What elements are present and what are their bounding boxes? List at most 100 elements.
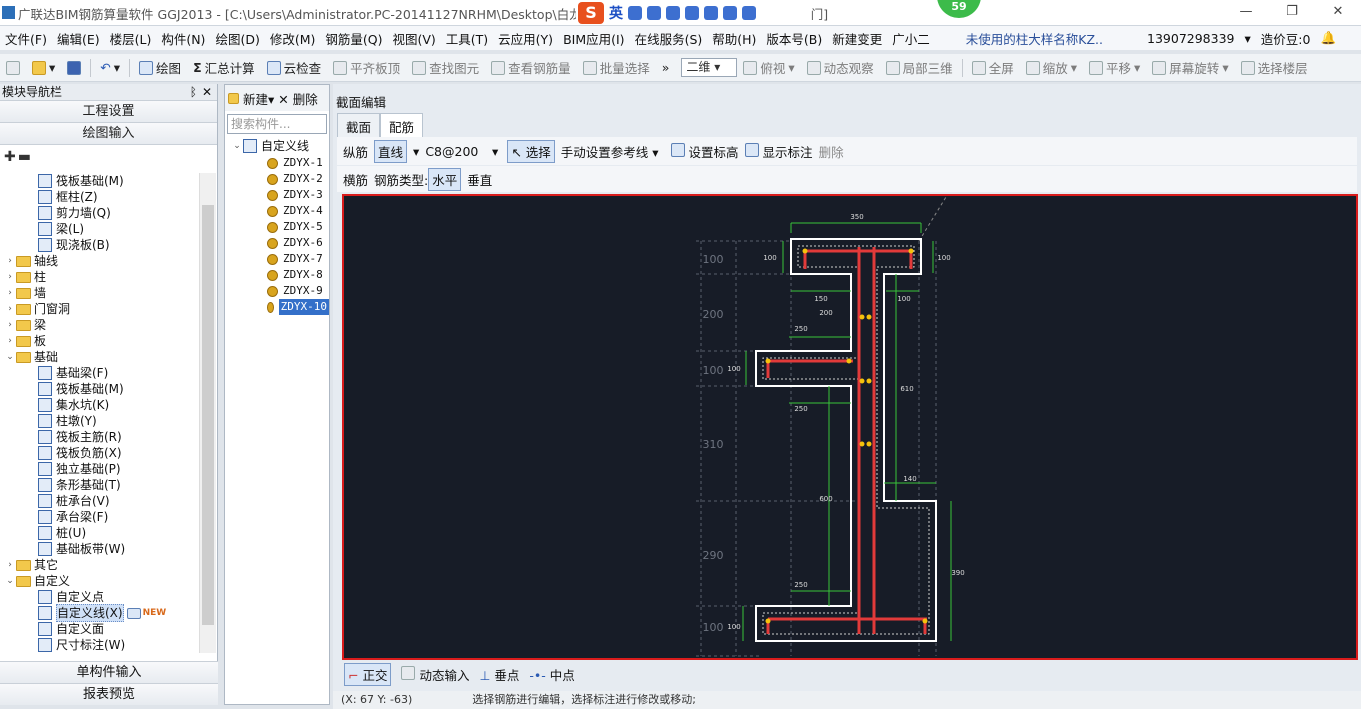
rebar-spec-select[interactable]: C8@200 ▾ (425, 144, 501, 159)
account-phone[interactable]: 13907298339 (1142, 31, 1239, 46)
nav-tree-item[interactable]: 桩承台(V) (0, 493, 218, 509)
drawing-canvas[interactable]: 350 100 100 150 200 100 250 100 610 250 140 600 390 2… (342, 194, 1358, 660)
find-element-button[interactable]: 查找图元 (406, 58, 485, 77)
dynamic-input-toggle[interactable]: 动态输入 (401, 665, 469, 684)
nav-tree-item[interactable]: 筏板基础(M) (0, 173, 218, 189)
nav-tree-item[interactable]: › 梁 (0, 317, 218, 333)
menu-item-6[interactable]: 钢筋量(Q) (320, 29, 387, 48)
nav-tree-item[interactable]: › 门窗洞 (0, 301, 218, 317)
moon-icon[interactable] (628, 6, 642, 20)
nav-tree-item[interactable]: 筏板主筋(R) (0, 429, 218, 445)
single-component-input-button[interactable]: 单构件输入 (0, 661, 218, 683)
nav-tree-item[interactable]: 尺寸标注(W) (0, 637, 218, 653)
nav-tree-item[interactable]: 柱墩(Y) (0, 413, 218, 429)
view-mode-select[interactable]: 二维 ▾ (681, 58, 738, 77)
user-icon[interactable] (704, 6, 718, 20)
notification-badge[interactable]: 59 (937, 0, 981, 18)
select-floor-button[interactable]: 选择楼层 (1235, 58, 1314, 77)
new-component-button[interactable]: 新建▾ (228, 89, 274, 108)
restore-button[interactable]: ❐ (1269, 0, 1315, 24)
zoom-button[interactable]: 缩放 ▾ (1020, 58, 1083, 77)
component-item[interactable]: ZDYX-4 (231, 203, 329, 219)
menu-item-7[interactable]: 视图(V) (387, 29, 440, 48)
nav-tree-item[interactable]: 桩(U) (0, 525, 218, 541)
expand-icon[interactable]: › (4, 301, 16, 317)
new-file-button[interactable] (0, 60, 26, 75)
nav-tree-item[interactable]: ⌄ 基础 (0, 349, 218, 365)
nav-tree-item[interactable]: 条形基础(T) (0, 477, 218, 493)
flat-slab-button[interactable]: 平齐板顶 (327, 58, 406, 77)
ime-mode[interactable]: 英 (609, 3, 623, 23)
expand-icon[interactable]: › (4, 285, 16, 301)
close-button[interactable]: ✕ (1315, 0, 1361, 24)
midpoint-snap[interactable]: -•- 中点 (529, 665, 574, 684)
nav-tree-item[interactable]: 集水坑(K) (0, 397, 218, 413)
undo-button[interactable]: ↶ ▾ (94, 60, 126, 75)
scroll-thumb[interactable] (202, 205, 214, 625)
line-mode-button[interactable]: 直线 (374, 139, 408, 163)
component-item[interactable]: ZDYX-8 (231, 267, 329, 283)
menu-item-13[interactable]: 版本号(B) (761, 29, 827, 48)
menu-item-3[interactable]: 构件(N) (156, 29, 210, 48)
menu-item-9[interactable]: 云应用(Y) (493, 29, 558, 48)
component-item[interactable]: ZDYX-10 (231, 299, 329, 315)
collapse-all-icon[interactable]: ▬ (18, 149, 33, 165)
menu-item-1[interactable]: 编辑(E) (52, 29, 105, 48)
mic-icon[interactable] (666, 6, 680, 20)
menu-item-15[interactable]: 广小二 (887, 29, 935, 48)
manual-ref-line-button[interactable]: 手动设置参考线 ▾ (561, 142, 659, 161)
delete-rebar-button[interactable]: 删除 (819, 142, 844, 161)
nav-tree-item[interactable]: › 轴线 (0, 253, 218, 269)
nav-close-icon[interactable]: ✕ (202, 84, 212, 101)
report-preview-button[interactable]: 报表预览 (0, 683, 218, 705)
expand-icon[interactable]: ⌄ (231, 138, 243, 154)
nav-tree-item[interactable]: 剪力墙(Q) (0, 205, 218, 221)
sum-calc-button[interactable]: Σ 汇总计算 (187, 58, 261, 77)
ime-toolbar[interactable]: S 英 (576, 2, 784, 24)
nav-tree-item[interactable]: › 柱 (0, 269, 218, 285)
bell-icon[interactable]: 🔔 (1315, 30, 1341, 46)
cloud-check-button[interactable]: 云检查 (261, 58, 328, 77)
shirt-icon[interactable] (723, 6, 737, 20)
top-view-button[interactable]: 俯视 ▾ (737, 58, 800, 77)
unused-column-notice[interactable]: 未使用的柱大样名称KZ.. (961, 29, 1108, 48)
component-item[interactable]: ZDYX-9 (231, 283, 329, 299)
nav-tree-item[interactable]: 框柱(Z) (0, 189, 218, 205)
menu-item-14[interactable]: 新建变更 (827, 29, 887, 48)
ortho-toggle[interactable]: ⌐ 正交 (344, 662, 392, 686)
nav-tree-item[interactable]: 梁(L) (0, 221, 218, 237)
nav-tree-item[interactable]: 筏板负筋(X) (0, 445, 218, 461)
perpendicular-snap[interactable]: ⊥ 垂点 (479, 665, 519, 684)
project-settings-button[interactable]: 工程设置 (0, 101, 217, 123)
draw-input-button[interactable]: 绘图输入 (0, 123, 217, 145)
open-button[interactable]: ▾ (26, 60, 61, 75)
expand-icon[interactable]: › (4, 557, 16, 573)
menu-item-11[interactable]: 在线服务(S) (630, 29, 708, 48)
keyboard-icon[interactable] (685, 6, 699, 20)
component-item[interactable]: ZDYX-2 (231, 171, 329, 187)
expand-icon[interactable]: › (4, 317, 16, 333)
punctuation-icon[interactable] (647, 6, 661, 20)
nav-tree-item[interactable]: › 其它 (0, 557, 218, 573)
nav-tree-item[interactable]: › 墙 (0, 285, 218, 301)
component-item[interactable]: ZDYX-5 (231, 219, 329, 235)
horizontal-button[interactable]: 水平 (428, 167, 462, 191)
expand-all-icon[interactable]: ✚ (4, 149, 18, 165)
section-tab-0[interactable]: 截面 (337, 113, 381, 139)
expand-collapse-tools[interactable]: ✚▬ (0, 145, 217, 169)
line-mode-dropdown[interactable]: ▾ (413, 144, 419, 159)
nav-tree-item[interactable]: 独立基础(P) (0, 461, 218, 477)
show-dimension-button[interactable]: 显示标注 (744, 142, 813, 161)
component-item[interactable]: ZDYX-7 (231, 251, 329, 267)
expand-icon[interactable]: › (4, 253, 16, 269)
component-item[interactable]: ZDYX-3 (231, 187, 329, 203)
component-root[interactable]: ⌄ 自定义线 (231, 138, 329, 154)
expand-icon[interactable]: › (4, 333, 16, 349)
expand-icon[interactable]: ⌄ (4, 349, 16, 365)
expand-icon[interactable]: › (4, 269, 16, 285)
draw-button[interactable]: 绘图 (133, 58, 187, 77)
nav-tree-item[interactable]: 承台梁(F) (0, 509, 218, 525)
save-button[interactable] (61, 60, 87, 75)
menu-item-10[interactable]: BIM应用(I) (558, 29, 630, 48)
account-dropdown-icon[interactable]: ▾ (1240, 31, 1256, 46)
